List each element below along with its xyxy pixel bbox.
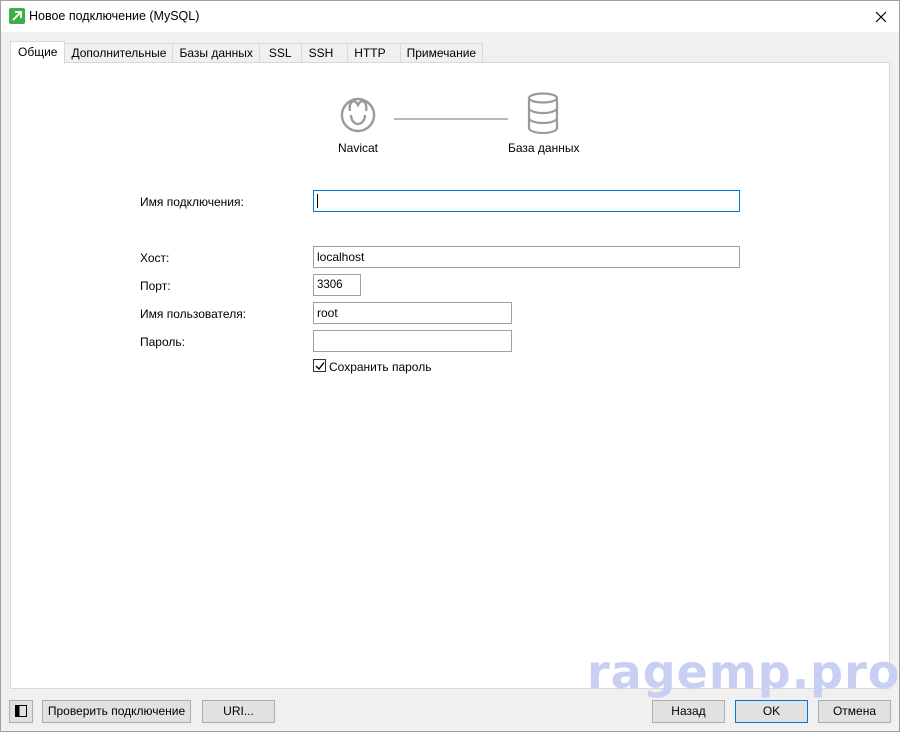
connection-line: [394, 118, 508, 120]
watermark-text: ragemp.pro: [587, 645, 900, 699]
host-label: Хост:: [140, 251, 170, 265]
port-label: Порт:: [140, 279, 171, 293]
password-input[interactable]: [313, 330, 512, 352]
ok-button[interactable]: OK: [735, 700, 808, 723]
database-icon: [527, 92, 559, 134]
text-caret: [317, 194, 318, 208]
uri-button[interactable]: URI...: [202, 700, 275, 723]
navicat-label: Navicat: [338, 141, 379, 155]
dialog-window: Новое подключение (MySQL) Общие Дополнит…: [0, 0, 900, 732]
tab-ssl[interactable]: SSL: [258, 43, 302, 63]
password-label: Пароль:: [140, 335, 185, 349]
cancel-button[interactable]: Отмена: [818, 700, 891, 723]
tab-http[interactable]: HTTP: [347, 43, 401, 63]
tab-databases[interactable]: Базы данных: [172, 43, 260, 63]
back-button[interactable]: Назад: [652, 700, 725, 723]
checkmark-icon: [315, 362, 325, 371]
tab-notes[interactable]: Примечание: [399, 43, 484, 63]
save-password-checkbox[interactable]: [313, 359, 326, 372]
test-connection-button[interactable]: Проверить подключение: [42, 700, 191, 723]
window-title: Новое подключение (MySQL): [29, 9, 200, 23]
username-input[interactable]: root: [313, 302, 512, 324]
connection-name-label: Имя подключения:: [140, 195, 244, 209]
general-panel: Navicat База данных Имя подключения: Хос…: [10, 62, 890, 689]
port-input[interactable]: 3306: [313, 274, 361, 296]
database-label: База данных: [508, 141, 580, 155]
title-bar[interactable]: Новое подключение (MySQL): [1, 1, 899, 32]
username-label: Имя пользователя:: [140, 307, 247, 321]
tab-strip: Общие Дополнительные Базы данных SSL SSH…: [10, 41, 484, 64]
navicat-app-icon: [9, 8, 25, 24]
toggle-panel-button[interactable]: [9, 700, 33, 723]
close-icon: [875, 11, 887, 22]
tab-advanced[interactable]: Дополнительные: [64, 43, 174, 63]
tab-ssh[interactable]: SSH: [300, 43, 349, 63]
host-input[interactable]: localhost: [313, 246, 740, 268]
connection-name-input[interactable]: [313, 190, 740, 212]
save-password-label[interactable]: Сохранить пароль: [329, 360, 431, 374]
navicat-logo-icon: [340, 97, 376, 133]
close-button[interactable]: [863, 1, 899, 32]
panel-icon: [15, 705, 27, 717]
tab-general[interactable]: Общие: [10, 41, 66, 64]
